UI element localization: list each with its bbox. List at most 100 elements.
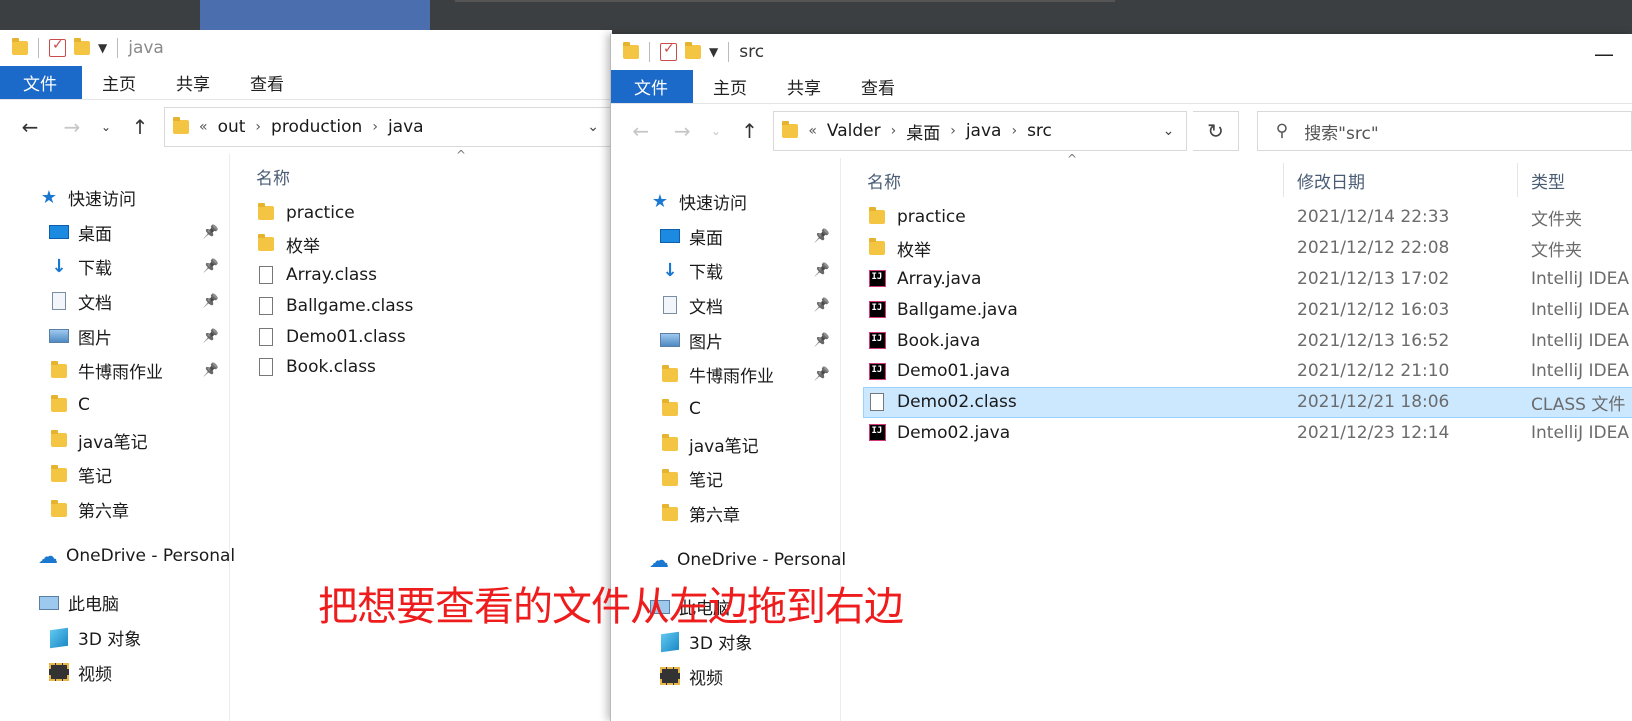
sidebar-item[interactable]: java笔记 — [0, 423, 229, 458]
navigation-pane: ★ 快速访问 桌面 📌 ↓ 下载 📌 文档 📌 图片 📌 牛博雨作业 📌 Cjava笔记 笔记 第六章 ☁ One… — [0, 154, 235, 721]
address-bar[interactable]: « out › production › java ⌄ — [164, 107, 612, 147]
sidebar-item[interactable]: 牛博雨作业 📌 — [611, 357, 840, 392]
file-list: ^ 名称 修改日期 类型 practice 2021/12/14 22:33 文件夹… — [841, 152, 1632, 721]
pin-icon[interactable]: 📌 — [814, 333, 830, 348]
sidebar-item[interactable]: 视频 — [611, 659, 840, 694]
pin-icon[interactable]: 📌 — [814, 298, 830, 313]
up-button[interactable]: ↑ — [122, 109, 158, 145]
breadcrumb-item[interactable]: Valder — [827, 121, 881, 141]
quick-access-dropdown-icon[interactable]: ▼ — [98, 41, 107, 55]
file-row[interactable]: 枚举 — [256, 229, 612, 260]
sidebar-item[interactable]: 桌面 📌 — [0, 215, 229, 250]
file-row[interactable]: 枚举 2021/12/12 22:08 文件夹 — [867, 233, 1632, 264]
address-bar[interactable]: « Valder › 桌面 › java › src ⌄ — [773, 111, 1188, 151]
file-row[interactable]: Demo02.class 2021/12/21 18:06 CLASS 文件 — [863, 386, 1632, 418]
pin-icon[interactable]: 📌 — [814, 229, 830, 244]
back-button[interactable]: ← — [623, 113, 659, 149]
file-row[interactable]: Demo01.class — [256, 321, 612, 352]
sidebar-item[interactable]: 视频 — [0, 655, 229, 690]
tab-share[interactable]: 共享 — [767, 70, 841, 103]
tab-share[interactable]: 共享 — [156, 66, 230, 99]
file-row[interactable]: Book.class — [256, 352, 612, 383]
sidebar-item[interactable]: 笔记 — [0, 458, 229, 493]
sidebar-item[interactable]: ☁ OneDrive - Personal — [0, 539, 235, 574]
properties-icon[interactable] — [660, 41, 677, 61]
column-header-name[interactable]: 名称 — [867, 168, 901, 193]
pin-icon[interactable]: 📌 — [203, 363, 219, 378]
pin-icon[interactable]: 📌 — [203, 294, 219, 309]
column-header-name[interactable]: 名称 — [256, 164, 290, 189]
properties-icon[interactable] — [49, 37, 66, 57]
sidebar-item[interactable]: ↓ 下载 📌 — [0, 249, 229, 284]
sidebar-item[interactable]: C — [611, 392, 840, 427]
search-placeholder: 搜索"src" — [1304, 123, 1379, 144]
breadcrumb-item[interactable]: production — [271, 117, 362, 137]
search-box[interactable]: ⚲ 搜索"src" — [1256, 111, 1632, 151]
tab-file[interactable]: 文件 — [611, 70, 693, 103]
pin-icon[interactable]: 📌 — [203, 329, 219, 344]
file-row[interactable]: IJ Array.java 2021/12/13 17:02 IntelliJ IDE… — [867, 264, 1632, 295]
forward-button[interactable]: → — [54, 109, 90, 145]
refresh-button[interactable]: ↻ — [1193, 111, 1239, 151]
tab-view[interactable]: 查看 — [230, 66, 304, 99]
breadcrumb-item[interactable]: src — [1027, 121, 1052, 141]
sidebar-item[interactable]: 笔记 — [611, 462, 840, 497]
sidebar-item[interactable]: 第六章 — [611, 496, 840, 531]
forward-button[interactable]: → — [665, 113, 701, 149]
file-row[interactable]: Ballgame.class — [256, 290, 612, 321]
breadcrumb-item[interactable]: java — [966, 121, 1002, 141]
tab-home[interactable]: 主页 — [693, 70, 767, 103]
sidebar-item[interactable]: 桌面 📌 — [611, 219, 840, 254]
pin-icon[interactable]: 📌 — [814, 263, 830, 278]
sidebar-item[interactable]: 此电脑 — [0, 586, 229, 621]
tab-file[interactable]: 文件 — [0, 66, 82, 99]
breadcrumb-item[interactable]: 桌面 — [906, 119, 940, 144]
folder-icon — [623, 42, 639, 59]
folder-icon — [258, 234, 274, 252]
pin-icon[interactable]: 📌 — [203, 225, 219, 240]
file-row[interactable]: practice — [256, 198, 612, 229]
sidebar-item[interactable]: ↓ 下载 📌 — [611, 253, 840, 288]
tab-view[interactable]: 查看 — [841, 70, 915, 103]
sidebar-item[interactable]: C — [0, 388, 229, 423]
sidebar-item[interactable]: 文档 📌 — [0, 284, 229, 319]
tab-home[interactable]: 主页 — [82, 66, 156, 99]
sidebar-item[interactable]: 第六章 — [0, 492, 229, 527]
quick-access-dropdown-icon[interactable]: ▼ — [709, 45, 718, 59]
file-row[interactable]: IJ Demo01.java 2021/12/12 21:10 IntelliJ ID… — [867, 356, 1632, 387]
file-type: IntelliJ IDEA — [1531, 422, 1629, 443]
breadcrumb-item[interactable]: java — [388, 117, 424, 137]
file-row[interactable]: IJ Ballgame.java 2021/12/12 16:03 IntelliJ … — [867, 294, 1632, 325]
new-folder-icon[interactable] — [74, 38, 90, 55]
back-button[interactable]: ← — [12, 109, 48, 145]
sidebar-item[interactable]: ★ 快速访问 — [611, 184, 840, 219]
pin-icon[interactable]: 📌 — [203, 259, 219, 274]
recent-dropdown-icon[interactable]: ⌄ — [706, 113, 726, 149]
file-row[interactable]: practice 2021/12/14 22:33 文件夹 — [867, 202, 1632, 233]
column-header-date[interactable]: 修改日期 — [1297, 168, 1365, 193]
column-header-type[interactable]: 类型 — [1531, 168, 1565, 193]
sidebar-item[interactable]: 图片 📌 — [0, 319, 229, 354]
recent-dropdown-icon[interactable]: ⌄ — [96, 109, 116, 145]
pin-icon[interactable]: 📌 — [814, 367, 830, 382]
sidebar-item[interactable]: java笔记 — [611, 427, 840, 462]
new-folder-icon[interactable] — [685, 42, 701, 59]
address-dropdown-icon[interactable]: ⌄ — [1163, 123, 1175, 139]
sidebar-item[interactable]: 图片 📌 — [611, 323, 840, 358]
sidebar-item[interactable]: 文档 📌 — [611, 288, 840, 323]
file-row[interactable]: IJ Book.java 2021/12/13 16:52 IntelliJ IDEA — [867, 325, 1632, 356]
sidebar-item[interactable]: ☁ OneDrive - Personal — [611, 543, 846, 578]
sidebar-item[interactable]: ★ 快速访问 — [0, 180, 229, 215]
file-row[interactable]: Array.class — [256, 260, 612, 291]
minimize-icon[interactable]: — — [1594, 42, 1614, 66]
video-icon — [49, 663, 69, 682]
sidebar-item-label: 视频 — [689, 668, 723, 689]
file-row[interactable]: IJ Demo02.java 2021/12/23 12:14 IntelliJ ID… — [867, 418, 1632, 449]
up-button[interactable]: ↑ — [732, 113, 768, 149]
window-title: java — [128, 38, 164, 58]
sidebar-item[interactable]: 牛博雨作业 📌 — [0, 353, 229, 388]
sidebar-item[interactable]: 3D 对象 — [0, 620, 229, 655]
document-icon — [52, 292, 66, 311]
breadcrumb-item[interactable]: out — [218, 117, 246, 137]
address-dropdown-icon[interactable]: ⌄ — [587, 119, 599, 135]
